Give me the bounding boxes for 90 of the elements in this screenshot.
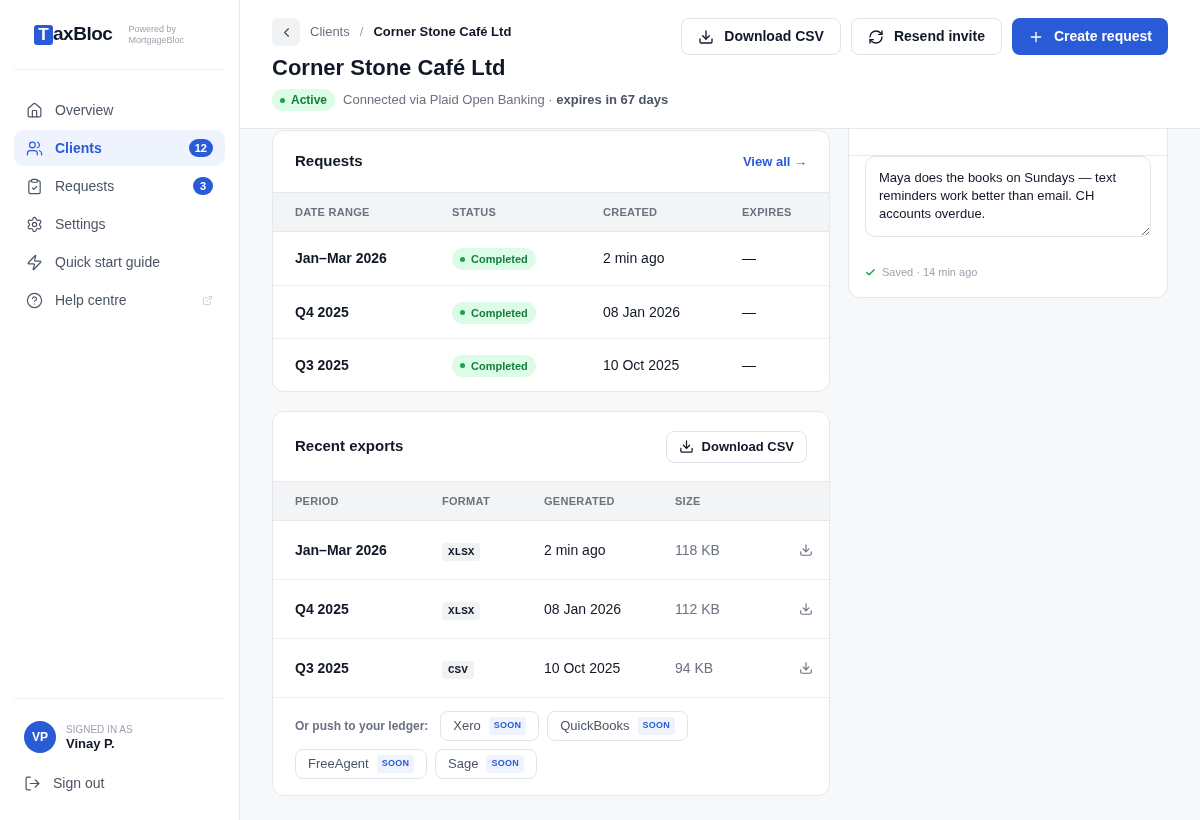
column-header: SIZE [675, 493, 702, 509]
count-badge: 12 [188, 139, 213, 157]
action-button[interactable]: Resend invite [850, 18, 1002, 55]
download-button[interactable] [799, 543, 813, 557]
soon-tag: SOON [488, 717, 527, 735]
clipboard-icon [26, 177, 43, 195]
table-cell-text: 08 Jan 2026 [603, 302, 682, 322]
column-header: STATUS [452, 204, 498, 220]
powered-by-text: Powered by [128, 23, 177, 35]
ledger-option[interactable]: Xero SOON [440, 711, 540, 741]
table-cell-text: 10 Oct 2025 [603, 355, 681, 375]
table-cell-text: 112 KB [675, 599, 721, 619]
table-cell-text: — [742, 249, 757, 268]
table-cell-text: Q3 2025 [295, 658, 350, 678]
download-button[interactable] [799, 602, 813, 616]
view-all-link[interactable]: View all → [742, 151, 807, 172]
nav-item[interactable]: Quick start guide [14, 244, 225, 280]
table-cell-text: 08 Jan 2026 [544, 599, 623, 619]
table-cell-text: — [742, 355, 757, 375]
ledger-option[interactable]: Sage SOON [435, 749, 537, 779]
sign-out-button[interactable]: Sign out [24, 773, 105, 794]
ledger-label: Or push to your ledger: [295, 718, 429, 735]
download-icon [799, 661, 813, 675]
status-badge: Completed [452, 301, 536, 324]
check-icon [865, 266, 876, 278]
refresh-icon [867, 28, 884, 45]
settings-icon [26, 215, 43, 233]
card-title: Requests [295, 151, 363, 172]
signed-in-caption: SIGNED IN AS [66, 723, 133, 737]
table-cell-text: Q4 2025 [295, 599, 350, 619]
notes-field[interactable]: Maya does the books on Sundays — text reminders work better than email. CH accounts overdue. [865, 156, 1151, 237]
logo-mark: T [34, 24, 53, 45]
format-tag: XLSX [442, 542, 481, 561]
download-icon [698, 28, 715, 45]
status-badge: Completed [452, 354, 536, 377]
soon-tag: SOON [637, 717, 675, 735]
download-icon [799, 543, 813, 557]
count-badge: 3 [193, 177, 213, 195]
column-header: PERIOD [295, 493, 340, 509]
table-cell-text: Q4 2025 [295, 302, 350, 322]
status-badge: Completed [452, 248, 536, 271]
nav-item[interactable]: Help centre [14, 282, 225, 318]
help-icon [26, 291, 43, 309]
download-csv-button[interactable]: Download CSV [665, 430, 807, 463]
table-cell-text: Q3 2025 [295, 355, 350, 375]
download-icon [799, 602, 813, 616]
table-cell-text: — [742, 302, 757, 322]
column-header: GENERATED [544, 493, 616, 509]
column-header: FORMAT [442, 493, 491, 509]
breadcrumb-link[interactable]: Clients [310, 22, 350, 42]
format-tag: CSV [442, 660, 474, 679]
user-name: Vinay P. [66, 737, 116, 751]
status-badge: Active [272, 89, 336, 111]
user-avatar: VP [24, 721, 56, 753]
table-cell-text: 10 Oct 2025 [544, 658, 622, 678]
nav-item[interactable]: Clients 12 [14, 130, 225, 166]
soon-tag: SOON [486, 755, 524, 773]
ledger-option[interactable]: QuickBooks SOON [547, 711, 688, 741]
column-header: EXPIRES [742, 204, 793, 220]
action-button[interactable]: Download CSV [681, 18, 841, 55]
page-title: Corner Stone Café Ltd [272, 54, 507, 82]
saved-status: Saved · 14 min ago [882, 265, 978, 280]
soon-tag: SOON [376, 755, 415, 773]
nav-item[interactable]: Requests 3 [14, 168, 225, 204]
breadcrumb-separator: / [359, 23, 364, 42]
ledger-option[interactable]: FreeAgent SOON [295, 749, 428, 779]
nav-item[interactable]: Settings [14, 206, 225, 242]
table-cell-text: Jan–Mar 2026 [295, 249, 388, 268]
table-cell-text: 118 KB [675, 540, 721, 560]
sign-out-icon [24, 775, 41, 792]
card-title: Recent exports [295, 436, 404, 457]
powered-by-brand: MortgageBloc [128, 34, 184, 46]
logo-text: axBloc [53, 22, 113, 47]
download-button[interactable] [799, 661, 813, 675]
column-header: CREATED [603, 204, 659, 220]
table-cell-text: 2 min ago [544, 540, 607, 560]
external-link-icon [202, 294, 213, 306]
action-button[interactable]: Create request [1011, 18, 1168, 55]
breadcrumb-current: Corner Stone Café Ltd [373, 23, 512, 42]
users-icon [26, 139, 43, 157]
format-tag: XLSX [442, 601, 481, 620]
table-cell-text: Jan–Mar 2026 [295, 540, 388, 560]
lightning-icon [26, 253, 43, 271]
table-cell-text: 2 min ago [603, 249, 666, 268]
home-icon [26, 101, 43, 119]
nav-item[interactable]: Overview [14, 92, 225, 128]
connection-text: Connected via Plaid Open Banking · expires in 67 days [343, 91, 669, 110]
download-icon [678, 439, 694, 454]
column-header: DATE RANGE [295, 204, 371, 220]
table-cell-text: 94 KB [675, 658, 715, 678]
